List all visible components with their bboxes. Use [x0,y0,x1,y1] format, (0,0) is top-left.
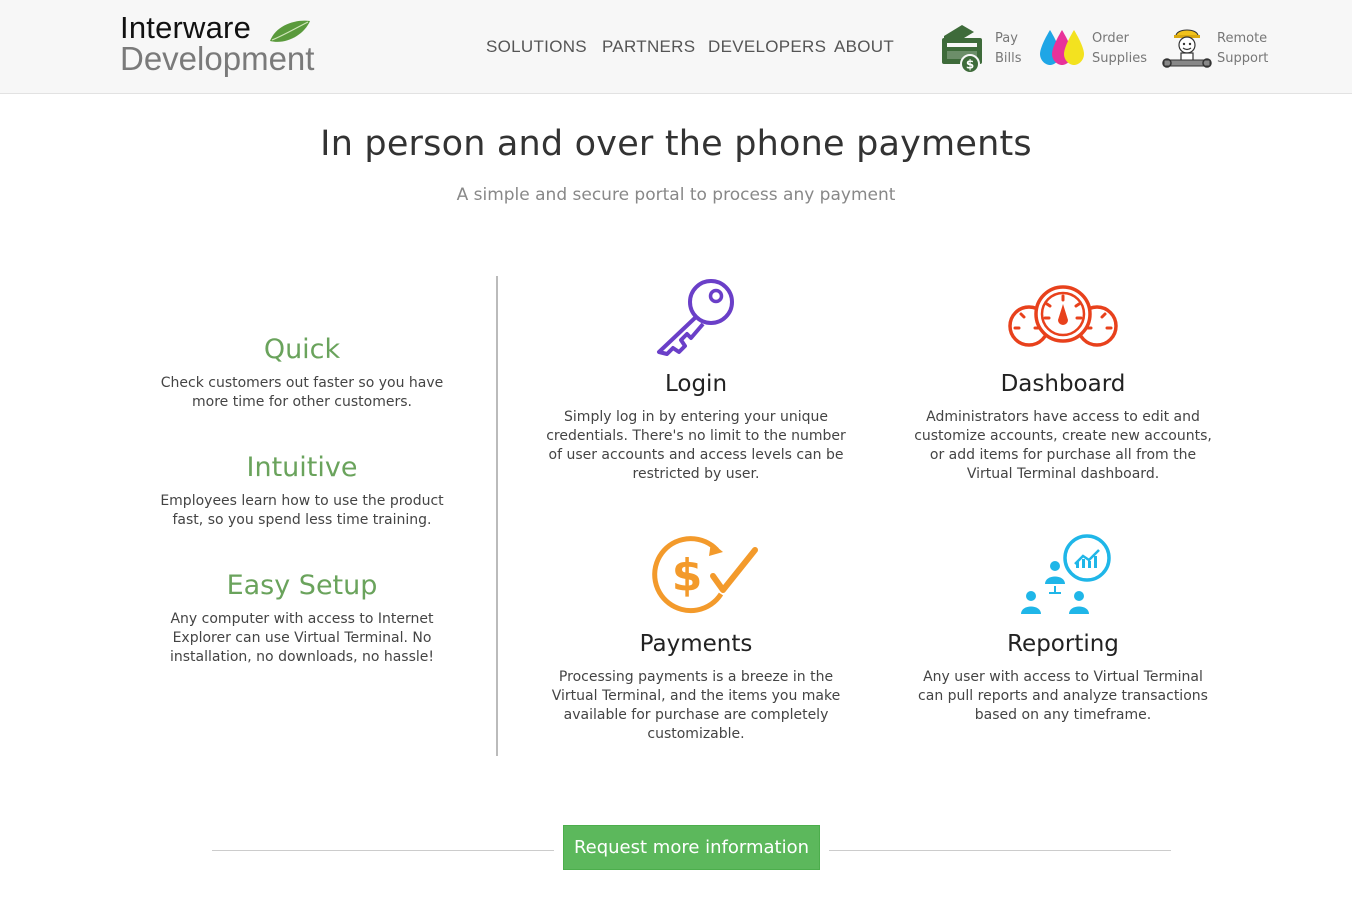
brand-line-2: Development [120,40,315,77]
benefit-title: Intuitive [246,452,358,483]
nav-solutions[interactable]: SOLUTIONS [486,37,587,57]
pay-label: Pay [995,31,1018,46]
site-header: Interware Development SOLUTIONS PARTNERS… [0,0,1352,94]
key-icon [657,279,734,356]
order-supplies-link[interactable]: Order Supplies [1038,20,1150,76]
gauges-icon [1008,285,1118,347]
bills-label: Bills [995,51,1022,66]
ink-drops-icon [1040,30,1084,65]
feature-title: Login [664,371,728,397]
benefit-title: Quick [263,334,341,365]
nav-partners[interactable]: PARTNERS [602,37,695,57]
vertical-divider [496,276,498,756]
bottom-rule-right [829,850,1171,851]
remote-support-link[interactable]: Remote Support [1162,20,1272,76]
bill-payment-icon: $ [942,25,982,74]
feature-title: Payments [639,631,753,657]
benefit-title: Easy Setup [226,570,378,601]
pay-bills-link[interactable]: $ Pay Bills [940,20,1030,76]
team-report-icon [1021,534,1111,614]
feature-text: Administrators have access to edit and c… [914,409,1212,482]
request-info-button[interactable]: Request more information [563,825,820,870]
dollar-check-icon: $ [652,536,758,614]
svg-text:$: $ [966,58,974,72]
page-subtitle: A simple and secure portal to process an… [456,185,896,205]
benefit-quick: Quick Check customers out faster so you … [150,334,454,412]
feature-text: Simply log in by entering your unique cr… [546,409,846,482]
svg-text:$: $ [672,550,703,601]
bottom-rule-left [212,850,554,851]
feature-text: Processing payments is a breeze in the V… [551,669,841,742]
feature-text: Any user with access to Virtual Terminal… [918,669,1208,723]
benefit-text: Check customers out faster so you have m… [160,375,444,410]
benefit-text: Employees learn how to use the product f… [160,493,444,528]
benefit-easy-setup: Easy Setup Any computer with access to I… [166,570,438,667]
nav-about[interactable]: ABOUT [834,37,894,57]
page-title: In person and over the phone payments [320,124,1032,164]
benefit-intuitive: Intuitive Employees learn how to use the… [150,452,454,530]
benefit-text: Any computer with access to Internet Exp… [169,611,435,665]
brand-logo[interactable]: Interware Development [120,11,330,81]
feature-title: Reporting [1007,631,1119,657]
support-label: Support [1217,51,1269,66]
supplies-label: Supplies [1092,51,1147,66]
order-label: Order [1092,31,1129,46]
remote-label: Remote [1217,31,1268,46]
nav-developers[interactable]: DEVELOPERS [708,37,826,57]
support-mascot-icon [1162,29,1212,68]
feature-title: Dashboard [1000,371,1126,397]
